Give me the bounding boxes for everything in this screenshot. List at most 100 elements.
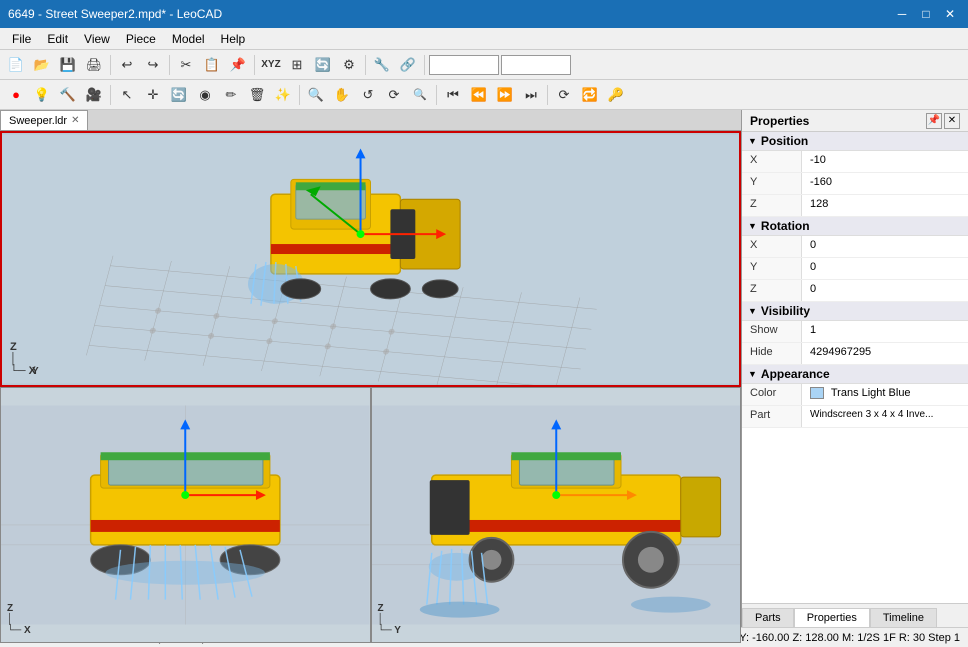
toolbar-tools: ● 💡 🔨 🎥 ↖ ✛ 🔄 ◉ ✏ 🗑 ✨ 🔍 ✋ ↺ ⟳ 🔍 ⏮ ⏪ ⏩ ⏭ … [0,80,968,110]
viewport-top-scene [2,133,739,385]
section-rotation[interactable]: ▼ Rotation [742,217,968,236]
tb-rotate-tool[interactable]: 🔄 [167,83,191,107]
tb-first[interactable]: ⏮ [441,83,465,107]
tb-camera[interactable]: 🎥 [82,83,106,107]
tb-save[interactable]: 💾 [56,53,80,77]
label-pos-y: Y [742,173,802,194]
chevron-visibility: ▼ [748,306,757,316]
tb-connect[interactable]: 🔗 [396,53,420,77]
menu-help[interactable]: Help [213,30,254,48]
label-part: Part [742,406,802,427]
value-color: Trans Light Blue [802,384,968,405]
viewport-side-scene [372,388,741,642]
sep5 [424,55,425,75]
viewport-side[interactable]: Z│└─ Y [371,387,742,643]
tb-prev[interactable]: ⏪ [467,83,491,107]
tb-erase[interactable]: 🗑 [245,83,269,107]
prop-rot-z: Z 0 [742,280,968,302]
prop-rot-y: Y 0 [742,258,968,280]
tab-timeline[interactable]: Timeline [870,608,937,627]
tb-print[interactable]: 🖨 [82,53,106,77]
window-controls: ─ □ ✕ [892,5,960,23]
label-color: Color [742,384,802,405]
tb-undo[interactable]: ↩ [115,53,139,77]
tb-paint[interactable]: ✨ [271,83,295,107]
menu-piece[interactable]: Piece [118,30,164,48]
value-rot-x: 0 [802,236,968,257]
section-visibility-label: Visibility [761,304,810,318]
menu-view[interactable]: View [76,30,118,48]
viewport-front[interactable]: Z│└─ X [0,387,371,643]
tb-next[interactable]: ⏩ [493,83,517,107]
tab-parts[interactable]: Parts [742,608,794,627]
tb-transform[interactable]: 🔄 [311,53,335,77]
axis-side: Z│└─ Y [378,603,401,636]
minimize-button[interactable]: ─ [892,5,912,23]
maximize-button[interactable]: □ [916,5,936,23]
viewport-front-scene [1,388,370,642]
chevron-appearance: ▼ [748,369,757,379]
viewports-grid: Z│└─ X Y [0,131,741,643]
tb-grid[interactable]: ⊞ [285,53,309,77]
prop-pos-x: X -10 [742,151,968,173]
menu-model[interactable]: Model [164,30,213,48]
panel-controls: 📌 ✕ [926,113,960,129]
tab-label: Sweeper.ldr [9,115,67,127]
label-rot-x: X [742,236,802,257]
toolbar-main: 📄 📂 💾 🖨 ↩ ↪ ✂ 📋 📌 XYZ ⊞ 🔄 ⚙ 🔧 🔗 [0,50,968,80]
sep2 [169,55,170,75]
value-rot-z: 0 [802,280,968,301]
tab-close-button[interactable]: ✕ [71,115,79,126]
tb-anim1[interactable]: ⟳ [552,83,576,107]
tb-pan[interactable]: ✋ [330,83,354,107]
chevron-rotation: ▼ [748,221,757,231]
section-rotation-label: Rotation [761,219,810,233]
tb-red[interactable]: ● [4,83,28,107]
tb-draw[interactable]: ✏ [219,83,243,107]
search-input2[interactable] [501,55,571,75]
prop-pos-z: Z 128 [742,195,968,217]
value-part: Windscreen 3 x 4 x 4 Inve... [802,406,968,427]
section-visibility[interactable]: ▼ Visibility [742,302,968,321]
tb-last[interactable]: ⏭ [519,83,543,107]
tab-sweeper[interactable]: Sweeper.ldr ✕ [0,110,88,130]
tb-open[interactable]: 📂 [30,53,54,77]
tb-redo[interactable]: ↪ [141,53,165,77]
tb-snap[interactable]: XYZ [259,53,283,77]
tb-orbit[interactable]: ↺ [356,83,380,107]
panel-close-button[interactable]: ✕ [944,113,960,129]
sep3 [254,55,255,75]
tb-zoom[interactable]: 🔍 [304,83,328,107]
tb-build[interactable]: 🔨 [56,83,80,107]
sep6 [110,85,111,105]
viewport-top[interactable]: Z│└─ X Y [0,131,741,387]
close-button[interactable]: ✕ [940,5,960,23]
search-input1[interactable] [429,55,499,75]
tab-properties[interactable]: Properties [794,608,870,627]
tb-scale[interactable]: ◉ [193,83,217,107]
tb-select[interactable]: ↖ [115,83,139,107]
tb-magnet[interactable]: 🔧 [370,53,394,77]
tb-new[interactable]: 📄 [4,53,28,77]
tb-copy[interactable]: 📋 [200,53,224,77]
menu-file[interactable]: File [4,30,39,48]
tb-anim2[interactable]: 🔁 [578,83,602,107]
section-appearance[interactable]: ▼ Appearance [742,365,968,384]
menu-edit[interactable]: Edit [39,30,76,48]
section-position[interactable]: ▼ Position [742,132,968,151]
tb-zoom-2[interactable]: 🔍 [408,83,432,107]
value-hide: 4294967295 [802,343,968,364]
tb-light[interactable]: 💡 [30,83,54,107]
tb-cut[interactable]: ✂ [174,53,198,77]
tb-move[interactable]: ✛ [141,83,165,107]
tb-zoom-fit[interactable]: ⟳ [382,83,406,107]
properties-title: Properties [750,114,809,128]
panel-pin-button[interactable]: 📌 [926,113,942,129]
tb-key[interactable]: 🔑 [604,83,628,107]
tb-paste[interactable]: 📌 [226,53,250,77]
bottom-tabs: Parts Properties Timeline [742,603,968,627]
right-panel: Properties 📌 ✕ ▼ Position X -10 Y -160 Z [742,110,968,627]
tb-settings[interactable]: ⚙ [337,53,361,77]
section-appearance-label: Appearance [761,367,830,381]
prop-part: Part Windscreen 3 x 4 x 4 Inve... [742,406,968,428]
